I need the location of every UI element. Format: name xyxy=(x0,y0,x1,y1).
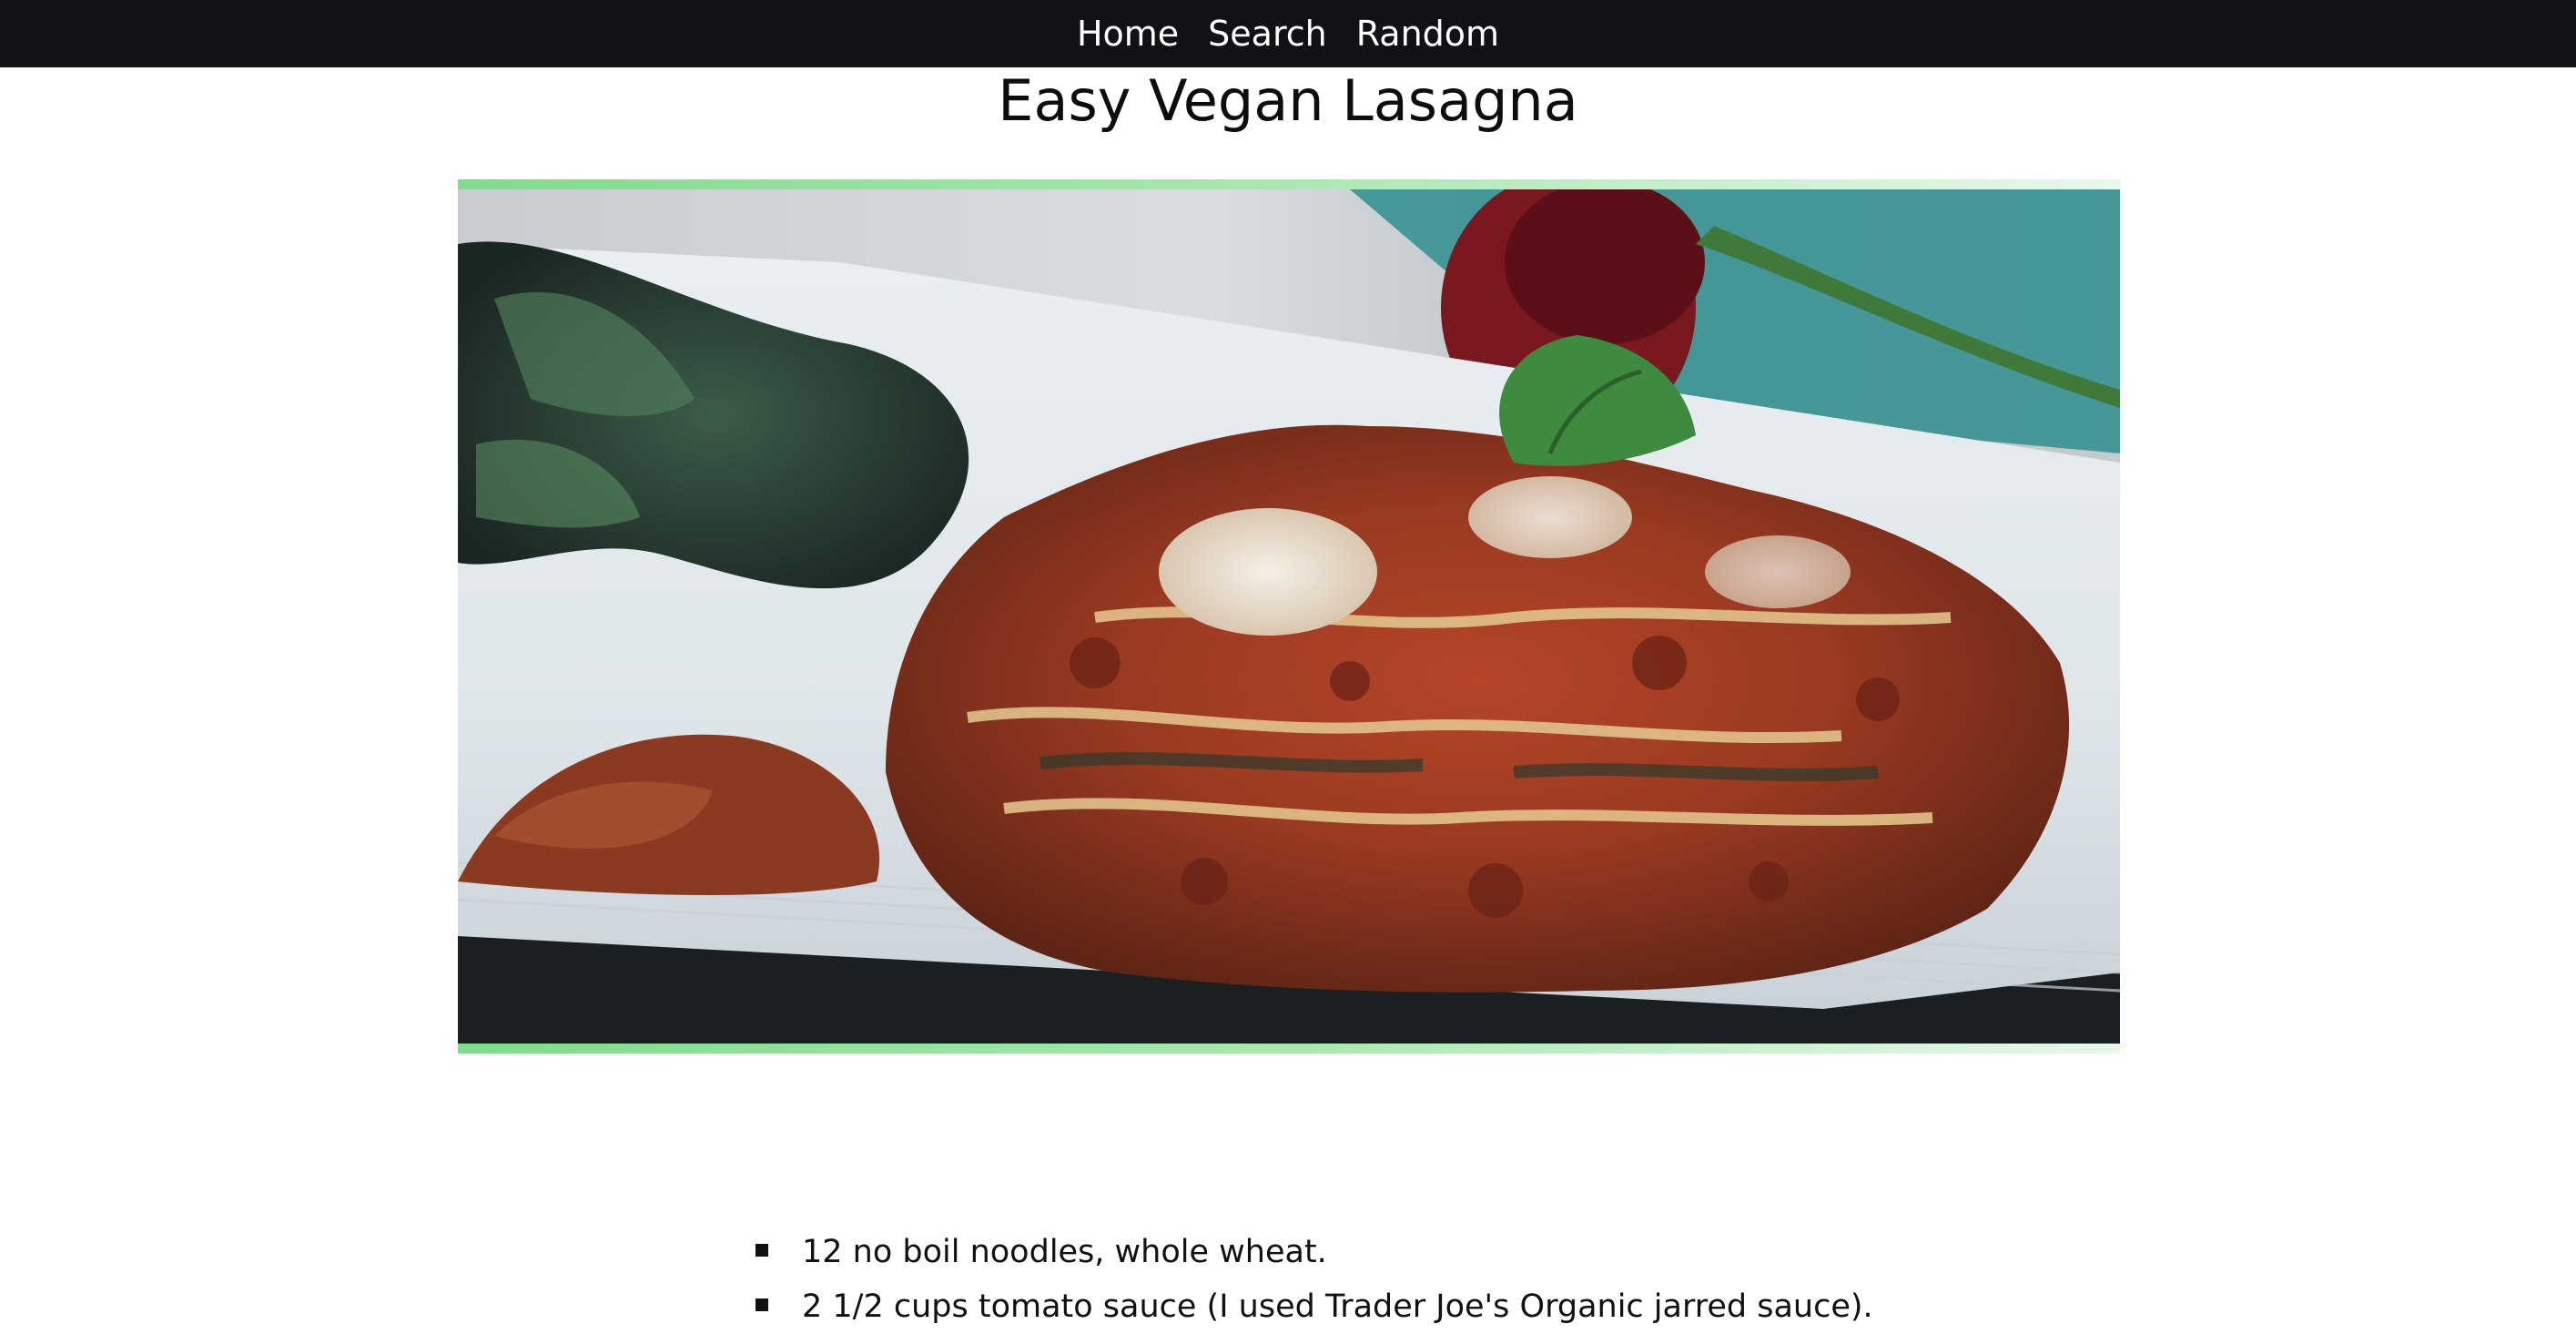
square-bullet-icon xyxy=(756,1298,768,1311)
square-bullet-icon xyxy=(756,1244,768,1257)
image-accent-bar-bottom xyxy=(458,1044,2120,1054)
recipe-image-frame xyxy=(458,179,2120,1054)
nav-random-link[interactable]: Random xyxy=(1356,16,1499,51)
nav-search-link[interactable]: Search xyxy=(1208,16,1327,51)
top-navbar: Home Search Random xyxy=(0,0,2576,67)
nav-home-link[interactable]: Home xyxy=(1077,16,1179,51)
ingredient-text: 2 1/2 cups tomato sauce (I used Trader J… xyxy=(802,1288,1873,1325)
recipe-photo xyxy=(458,189,2120,1044)
list-item: 12 no boil noodles, whole wheat. xyxy=(756,1225,1873,1279)
list-item: 2 1/2 cups tomato sauce (I used Trader J… xyxy=(756,1279,1873,1334)
recipe-title: Easy Vegan Lasagna xyxy=(998,67,1578,134)
ingredient-list: 12 no boil noodles, whole wheat. 2 1/2 c… xyxy=(756,1225,1873,1334)
ingredient-text: 12 no boil noodles, whole wheat. xyxy=(802,1234,1327,1270)
image-accent-bar-top xyxy=(458,179,2120,189)
